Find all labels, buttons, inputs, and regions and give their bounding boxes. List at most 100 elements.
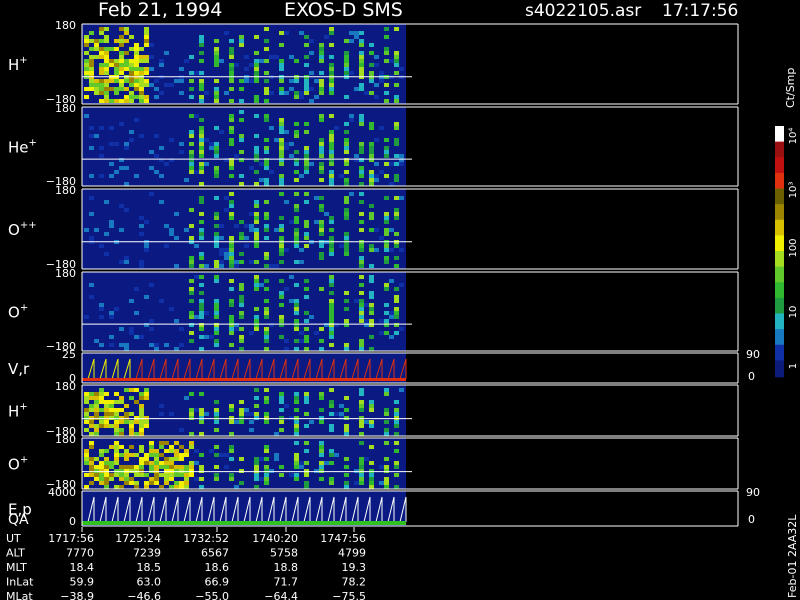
- heatmap-cell: [254, 236, 259, 240]
- heatmap-cell: [159, 453, 164, 457]
- heatmap-cell: [229, 264, 234, 268]
- heatmap-cell: [334, 323, 339, 327]
- heatmap-cell: [169, 228, 174, 232]
- heatmap-cell: [319, 441, 324, 445]
- heatmap-cell: [124, 51, 129, 55]
- heatmap-cell: [154, 449, 159, 453]
- heatmap-cell: [229, 287, 234, 291]
- heatmap-cell: [359, 67, 364, 71]
- heatmap-cell: [84, 420, 89, 424]
- heatmap-cell: [299, 174, 304, 178]
- heatmap-cell: [209, 449, 214, 453]
- heatmap-cell: [254, 154, 259, 158]
- heatmap-cell: [199, 142, 204, 146]
- heatmap-cell: [99, 392, 104, 396]
- heatmap-cell: [399, 154, 404, 158]
- heatmap-cell: [124, 449, 129, 453]
- heatmap-cell: [329, 315, 334, 319]
- colorbar-swatch: [775, 188, 784, 206]
- data-region: [82, 189, 406, 269]
- heatmap-cell: [84, 43, 89, 47]
- heatmap-cell: [324, 461, 329, 465]
- heatmap-cell: [239, 481, 244, 485]
- heatmap-cell: [199, 469, 204, 473]
- heatmap-cell: [134, 67, 139, 71]
- heatmap-cell: [224, 158, 229, 162]
- heatmap-cell: [104, 400, 109, 404]
- heatmap-cell: [94, 432, 99, 436]
- heatmap-cell: [319, 461, 324, 465]
- heatmap-cell: [384, 196, 389, 200]
- heatmap-cell: [109, 224, 114, 228]
- footer-cell: 6567: [201, 547, 229, 560]
- heatmap-cell: [279, 335, 284, 339]
- heatmap-cell: [159, 174, 164, 178]
- heatmap-cell: [104, 477, 109, 481]
- heatmap-cell: [264, 252, 269, 256]
- heatmap-cell: [89, 392, 94, 396]
- heatmap-cell: [114, 307, 119, 311]
- heatmap-cell: [199, 162, 204, 166]
- heatmap-cell: [99, 307, 104, 311]
- heatmap-cell: [109, 343, 114, 347]
- heatmap-cell: [214, 416, 219, 420]
- heatmap-cell: [229, 319, 234, 323]
- heatmap-cell: [329, 31, 334, 35]
- heatmap-cell: [239, 335, 244, 339]
- heatmap-cell: [354, 469, 359, 473]
- heatmap-cell: [229, 420, 234, 424]
- y-max-label: 180: [55, 19, 76, 32]
- heatmap-cell: [189, 416, 194, 420]
- heatmap-cell: [229, 118, 234, 122]
- heatmap-cell: [304, 311, 309, 315]
- heatmap-cell: [254, 228, 259, 232]
- heatmap-cell: [359, 275, 364, 279]
- heatmap-cell: [199, 126, 204, 130]
- heatmap-cell: [99, 461, 104, 465]
- heatmap-cell: [384, 260, 389, 264]
- heatmap-cell: [254, 216, 259, 220]
- heatmap-cell: [319, 228, 324, 232]
- heatmap-cell: [394, 138, 399, 142]
- heatmap-cell: [159, 404, 164, 408]
- heatmap-cell: [269, 126, 274, 130]
- heatmap-cell: [114, 408, 119, 412]
- heatmap-cell: [189, 264, 194, 268]
- heatmap-cell: [104, 200, 109, 204]
- heatmap-cell: [139, 95, 144, 99]
- heatmap-cell: [99, 424, 104, 428]
- heatmap-cell: [104, 27, 109, 31]
- heatmap-cell: [304, 200, 309, 204]
- heatmap-cell: [189, 55, 194, 59]
- heatmap-cell: [279, 303, 284, 307]
- heatmap-cell: [344, 299, 349, 303]
- heatmap-cell: [84, 485, 89, 489]
- heatmap-cell: [369, 71, 374, 75]
- heatmap-cell: [229, 39, 234, 43]
- heatmap-cell: [199, 39, 204, 43]
- heatmap-cell: [249, 428, 254, 432]
- heatmap-cell: [174, 469, 179, 473]
- heatmap-cell: [99, 481, 104, 485]
- heatmap-cell: [264, 279, 269, 283]
- heatmap-cell: [109, 220, 114, 224]
- heatmap-cell: [104, 95, 109, 99]
- heatmap-cell: [264, 311, 269, 315]
- heatmap-cell: [114, 457, 119, 461]
- heatmap-cell: [319, 43, 324, 47]
- heatmap-cell: [104, 420, 109, 424]
- heatmap-cell: [94, 404, 99, 408]
- heatmap-cell: [114, 392, 119, 396]
- heatmap-cell: [224, 248, 229, 252]
- heatmap-cell: [284, 91, 289, 95]
- heatmap-cell: [119, 343, 124, 347]
- heatmap-cell: [304, 43, 309, 47]
- panel-e-p-qa: E,pQA40000900: [8, 486, 760, 528]
- heatmap-cell: [309, 87, 314, 91]
- heatmap-cell: [304, 339, 309, 343]
- heatmap-cell: [279, 279, 284, 283]
- heatmap-cell: [384, 228, 389, 232]
- heatmap-cell: [394, 424, 399, 428]
- heatmap-cell: [279, 420, 284, 424]
- heatmap-cell: [114, 79, 119, 83]
